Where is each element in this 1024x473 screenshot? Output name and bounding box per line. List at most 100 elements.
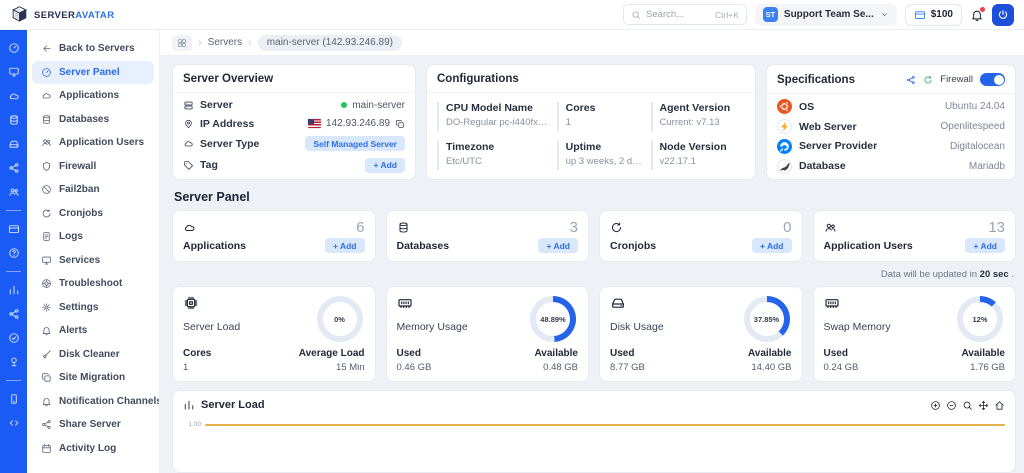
sidebar-item-settings[interactable]: Settings: [32, 296, 154, 320]
power-button[interactable]: [992, 4, 1014, 26]
spec-row-os: OSUbuntu 24.04: [777, 99, 1005, 114]
rail-item-api[interactable]: [8, 417, 20, 429]
server-load-donut: 0%: [317, 296, 363, 342]
database-icon: [8, 114, 20, 126]
rail-item-mobile[interactable]: [8, 393, 20, 405]
sidebar-item-application-users[interactable]: Application Users: [32, 131, 154, 155]
chart-selection-zoom-button[interactable]: [962, 400, 973, 411]
chart-zoom-out-button[interactable]: [946, 400, 957, 411]
search-icon: [631, 10, 641, 20]
refresh-icon: [923, 75, 933, 85]
sidebar-item-logs[interactable]: Logs: [32, 225, 154, 249]
rail-item-help[interactable]: [8, 247, 20, 259]
cronjobs-count: 0: [783, 219, 791, 236]
server-overview-card: Server Overview Server main-server IP Ad…: [172, 64, 416, 180]
sidebar-item-fail2ban[interactable]: Fail2ban: [32, 178, 154, 202]
sidebar-item-services[interactable]: Services: [32, 249, 154, 273]
rail-item-analytics[interactable]: [8, 284, 20, 296]
y-axis-tick: 1.00: [183, 421, 205, 428]
chart-zoom-in-button[interactable]: [930, 400, 941, 411]
main-content: Servers main-server (142.93.246.89) Serv…: [160, 30, 1024, 473]
rail-item-tools[interactable]: [8, 356, 20, 368]
cpu-icon: [183, 295, 199, 311]
ban-icon: [41, 184, 52, 195]
openlitespeed-icon: [777, 119, 792, 134]
lifebuoy-icon: [41, 278, 52, 289]
rail-item-panel[interactable]: [8, 66, 20, 78]
spec-row-provider: Server ProviderDigitalocean: [777, 139, 1005, 154]
rail-item-status[interactable]: [8, 332, 20, 344]
team-selector[interactable]: ST Support Team Se...: [755, 4, 897, 26]
sidebar-item-alerts[interactable]: Alerts: [32, 319, 154, 343]
rail-item-users[interactable]: [8, 186, 20, 198]
sidebar-item-applications[interactable]: Applications: [32, 84, 154, 108]
rail-item-storage[interactable]: [8, 138, 20, 150]
sidebar-item-share-server[interactable]: Share Server: [32, 413, 154, 437]
memory-usage-donut: 48.89%: [530, 296, 576, 342]
add-cronjob-button[interactable]: + Add: [752, 238, 792, 253]
shield-icon: [41, 161, 52, 172]
balance-amount: $100: [931, 9, 953, 20]
sidebar-item-firewall[interactable]: Firewall: [32, 155, 154, 179]
sidebar-back-to-servers[interactable]: Back to Servers: [32, 37, 154, 61]
balance-button[interactable]: $100: [905, 4, 962, 26]
copy-icon: [395, 119, 405, 129]
sidebar-item-disk-cleaner[interactable]: Disk Cleaner: [32, 343, 154, 367]
sidebar-item-notification-channels[interactable]: Notification Channels: [32, 390, 154, 414]
logo-text-secondary: AVATAR: [75, 10, 114, 21]
help-icon: [8, 247, 20, 259]
rail-item-network[interactable]: [8, 162, 20, 174]
rail-item-billing[interactable]: [8, 223, 20, 235]
gauge-icon: [41, 67, 52, 78]
add-tag-button[interactable]: + Add: [365, 158, 405, 173]
sidebar-item-troubleshoot[interactable]: Troubleshoot: [32, 272, 154, 296]
migration-icon: [41, 372, 52, 383]
share-specs-button[interactable]: [906, 75, 916, 85]
search-input[interactable]: [646, 9, 710, 20]
application-users-count: 13: [988, 219, 1005, 236]
sidebar: Back to Servers Server Panel Application…: [27, 30, 160, 473]
sidebar-item-databases[interactable]: Databases: [32, 108, 154, 132]
overview-row-server: Server main-server: [183, 99, 405, 111]
pan-move-icon: [978, 400, 989, 411]
sidebar-item-cronjobs[interactable]: Cronjobs: [32, 202, 154, 226]
breadcrumb-servers[interactable]: Servers: [208, 37, 242, 48]
refresh-specs-button[interactable]: [923, 75, 933, 85]
window-icon: [8, 66, 20, 78]
sidebar-item-site-migration[interactable]: Site Migration: [32, 366, 154, 390]
rail-item-applications[interactable]: [8, 90, 20, 102]
rail-item-integrations[interactable]: [8, 308, 20, 320]
metric-card-server-load: Server Load 0% Cores1 Average Load15 Min: [172, 286, 376, 382]
sidebar-item-activity-log[interactable]: Activity Log: [32, 437, 154, 461]
rail-item-databases[interactable]: [8, 114, 20, 126]
add-application-button[interactable]: + Add: [325, 238, 365, 253]
branch-icon: [8, 162, 20, 174]
config-cpu-model: CPU Model NameDO-Regular pc-i440fx-6.1 C…: [437, 102, 549, 131]
zoom-in-icon: [930, 400, 941, 411]
gear-icon: [41, 302, 52, 313]
monitor-icon: [41, 255, 52, 266]
overview-row-ip: IP Address 142.93.246.89: [183, 118, 405, 130]
stat-card-cronjobs: 0 Cronjobs+ Add: [599, 210, 803, 262]
chart-reset-button[interactable]: [994, 400, 1005, 411]
global-search[interactable]: Ctrl+K: [623, 4, 747, 25]
notifications-button[interactable]: [970, 8, 984, 22]
breadcrumb-home[interactable]: [172, 35, 192, 51]
cloud-icon: [41, 90, 52, 101]
breadcrumb-current-server[interactable]: main-server (142.93.246.89): [258, 35, 402, 51]
add-database-button[interactable]: + Add: [538, 238, 578, 253]
firewall-toggle[interactable]: [980, 73, 1005, 86]
stat-card-application-users: 13 Application Users+ Add: [813, 210, 1017, 262]
server-icon: [183, 100, 194, 111]
ip-address: 142.93.246.89: [326, 118, 390, 129]
chart-pan-button[interactable]: [978, 400, 989, 411]
rail-item-dashboard[interactable]: [8, 42, 20, 54]
config-timezone: TimezoneEtc/UTC: [437, 141, 549, 170]
grid-icon: [177, 38, 187, 48]
copy-ip-button[interactable]: [395, 119, 405, 129]
magnifier-icon: [962, 400, 973, 411]
add-application-user-button[interactable]: + Add: [965, 238, 1005, 253]
serveravatar-logo[interactable]: SERVERAVATAR: [10, 5, 114, 24]
sidebar-item-server-panel[interactable]: Server Panel: [32, 61, 154, 85]
drive-icon: [8, 138, 20, 150]
